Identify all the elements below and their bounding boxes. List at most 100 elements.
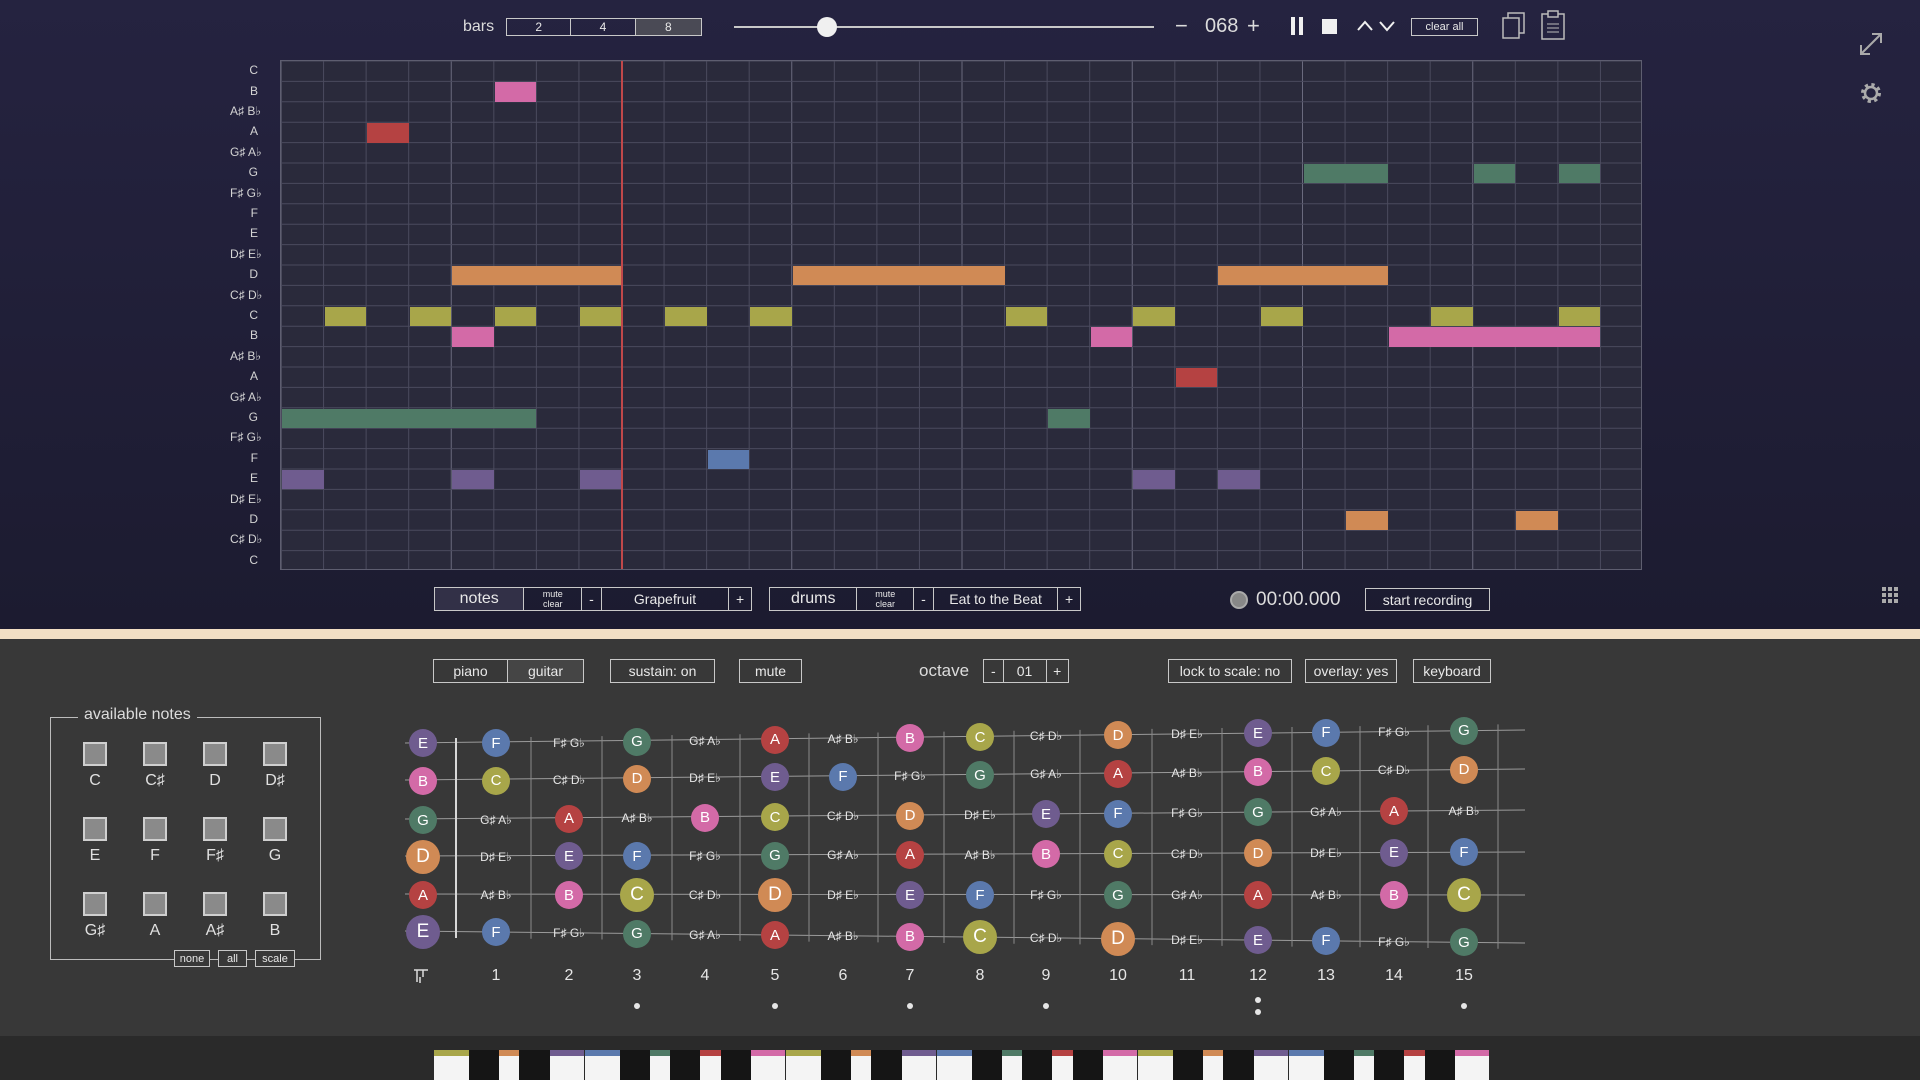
open-string-note[interactable]: A: [409, 881, 437, 909]
tuning-fork-icon[interactable]: [412, 968, 430, 984]
fret-note[interactable]: G: [623, 727, 651, 756]
fret-number: 13: [1317, 967, 1335, 984]
fret-inlay-dot: [1255, 997, 1261, 1003]
open-string-note[interactable]: E: [406, 914, 440, 949]
fret-note[interactable]: F: [829, 762, 857, 791]
fret-number: 1: [491, 967, 501, 984]
fret-note-label[interactable]: C♯ D♭: [1171, 847, 1203, 861]
fret-note-label[interactable]: D♯ E♭: [964, 808, 996, 822]
fret-inlay-dot: [1255, 1009, 1261, 1015]
fret-number: 3: [632, 967, 642, 984]
fret-note[interactable]: G: [966, 761, 994, 790]
fret-note-label[interactable]: D♯ E♭: [1171, 727, 1203, 741]
fret-note[interactable]: A: [1244, 881, 1272, 909]
fret-note[interactable]: A: [761, 725, 789, 754]
fret-note[interactable]: B: [896, 922, 924, 951]
fret-note-label[interactable]: F♯ G♭: [689, 849, 721, 863]
fret-note-label[interactable]: C♯ D♭: [553, 773, 585, 787]
fret-number: 15: [1455, 967, 1473, 984]
fret-number: 2: [564, 967, 574, 984]
fret-note-label[interactable]: A♯ B♭: [827, 929, 858, 943]
fret-number: 9: [1041, 967, 1051, 984]
fret-note-label[interactable]: D♯ E♭: [689, 771, 721, 785]
fret-note[interactable]: D: [623, 764, 651, 793]
fret-note[interactable]: B: [1244, 757, 1272, 786]
fret-note-label[interactable]: G♯ A♭: [689, 734, 721, 748]
fret-note-label[interactable]: C♯ D♭: [689, 888, 721, 902]
fret-note[interactable]: F: [966, 881, 994, 909]
fret-note-label[interactable]: A♯ B♭: [964, 848, 995, 862]
fret-note-label[interactable]: C♯ D♭: [1030, 931, 1062, 945]
fret-note[interactable]: F: [1312, 718, 1340, 747]
fret-number: 8: [975, 967, 985, 984]
fret-note[interactable]: G: [623, 919, 651, 948]
fret-note-label[interactable]: G♯ A♭: [1310, 805, 1342, 819]
fret-note-label[interactable]: G♯ A♭: [1030, 767, 1062, 781]
fret-note[interactable]: C: [482, 766, 510, 795]
fret-note-label[interactable]: A♯ B♭: [1310, 888, 1341, 902]
fret-note-label[interactable]: D♯ E♭: [827, 888, 859, 902]
fret-note[interactable]: C: [1104, 839, 1132, 868]
fret-note-label[interactable]: A♯ B♭: [827, 732, 858, 746]
fretboard[interactable]: [0, 0, 1920, 1080]
fret-note[interactable]: B: [555, 881, 583, 909]
fret-note[interactable]: A: [1104, 759, 1132, 788]
fret-note-label[interactable]: A♯ B♭: [1171, 766, 1202, 780]
fret-note-label[interactable]: F♯ G♭: [1378, 725, 1410, 739]
fret-note[interactable]: C: [620, 878, 654, 912]
fret-note-label[interactable]: F♯ G♭: [1171, 806, 1203, 820]
fret-note-label[interactable]: F♯ G♭: [553, 926, 585, 940]
fret-note-label[interactable]: D♯ E♭: [1171, 933, 1203, 947]
fret-note[interactable]: C: [761, 803, 789, 832]
fret-note-label[interactable]: A♯ B♭: [1448, 804, 1479, 818]
fret-note[interactable]: E: [896, 881, 924, 909]
fret-number: 6: [838, 967, 848, 984]
fret-note-label[interactable]: G♯ A♭: [689, 928, 721, 942]
fret-number: 4: [700, 967, 710, 984]
fret-inlay-dot: [772, 1003, 778, 1009]
fret-note-label[interactable]: F♯ G♭: [1378, 935, 1410, 949]
fret-note-label[interactable]: G♯ A♭: [827, 848, 859, 862]
fret-note[interactable]: C: [966, 723, 994, 752]
fret-number: 7: [905, 967, 915, 984]
fret-note[interactable]: G: [1450, 716, 1478, 745]
fret-number: 5: [770, 967, 780, 984]
fret-note[interactable]: D: [1101, 921, 1135, 956]
fret-note-label[interactable]: A♯ B♭: [621, 811, 652, 825]
fret-note-label[interactable]: F♯ G♭: [1030, 888, 1062, 902]
fret-note[interactable]: D: [896, 801, 924, 830]
fret-inlay-dot: [907, 1003, 913, 1009]
fret-note[interactable]: B: [691, 803, 719, 832]
fret-note-label[interactable]: C♯ D♭: [1378, 763, 1410, 777]
fret-note[interactable]: B: [1380, 881, 1408, 909]
fret-note-label[interactable]: D♯ E♭: [1310, 846, 1342, 860]
open-string-note[interactable]: D: [406, 840, 440, 875]
fret-note[interactable]: F: [623, 842, 651, 871]
fret-number: 11: [1178, 967, 1196, 984]
fret-note[interactable]: D: [1450, 755, 1478, 784]
fret-number: 14: [1385, 967, 1403, 984]
fret-number: 10: [1109, 967, 1127, 984]
fret-note[interactable]: F: [1312, 926, 1340, 955]
fret-note-label[interactable]: F♯ G♭: [894, 769, 926, 783]
fret-note-label[interactable]: D♯ E♭: [480, 850, 512, 864]
fret-note[interactable]: A: [555, 804, 583, 833]
fret-inlay-dot: [1461, 1003, 1467, 1009]
fret-note[interactable]: A: [896, 840, 924, 869]
fret-note[interactable]: D: [758, 878, 792, 912]
fret-note-label[interactable]: A♯ B♭: [480, 888, 511, 902]
fret-note-label[interactable]: G♯ A♭: [480, 813, 512, 827]
fret-note[interactable]: G: [761, 841, 789, 870]
fret-number: 12: [1249, 967, 1267, 984]
fret-inlay-dot: [1043, 1003, 1049, 1009]
fret-inlay-dot: [634, 1003, 640, 1009]
fret-note-label[interactable]: C♯ D♭: [827, 809, 859, 823]
fret-note-label[interactable]: G♯ A♭: [1171, 888, 1203, 902]
fret-note[interactable]: C: [1447, 878, 1481, 912]
fret-note-label[interactable]: F♯ G♭: [553, 736, 585, 750]
fret-note[interactable]: B: [896, 724, 924, 753]
fret-note[interactable]: F: [1104, 799, 1132, 828]
fret-note-label[interactable]: C♯ D♭: [1030, 729, 1062, 743]
fret-note[interactable]: E: [1380, 838, 1408, 867]
fret-note[interactable]: G: [1104, 881, 1132, 909]
